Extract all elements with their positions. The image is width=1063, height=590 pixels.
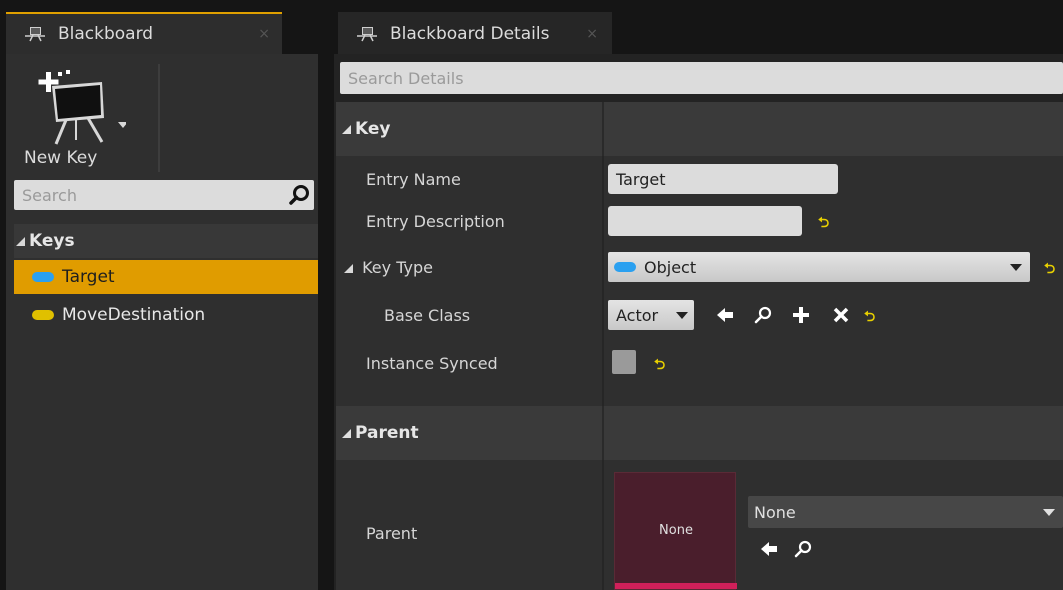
details-search-input[interactable] — [340, 62, 1063, 94]
search-icon[interactable] — [288, 184, 310, 210]
expand-triangle-icon — [16, 236, 25, 246]
asset-type-bar — [615, 583, 737, 589]
keys-search-input[interactable] — [14, 180, 274, 210]
parent-value: None — [754, 502, 796, 522]
key-item-movedestination[interactable]: MoveDestination — [14, 298, 318, 332]
close-tab-icon[interactable]: × — [258, 26, 270, 42]
key-item-label: MoveDestination — [62, 305, 206, 325]
keys-header-label: Keys — [29, 231, 75, 251]
instance-synced-label: Instance Synced — [366, 354, 498, 373]
column-splitter[interactable] — [602, 102, 604, 156]
blackboard-panel: New Key Keys Target MoveDestination — [6, 54, 318, 590]
tab-blackboard-details[interactable]: Blackboard Details × — [338, 12, 612, 54]
use-selected-arrow-icon[interactable] — [712, 302, 738, 328]
clear-x-icon[interactable] — [828, 302, 854, 328]
tab-blackboard-details-label: Blackboard Details — [390, 24, 550, 44]
use-selected-arrow-icon[interactable] — [756, 536, 782, 562]
details-search-box[interactable] — [340, 62, 1063, 94]
keys-category-header[interactable]: Keys — [14, 224, 318, 258]
key-item-label: Target — [62, 267, 115, 287]
keys-search-box[interactable] — [14, 180, 314, 210]
base-class-value: Actor — [616, 305, 659, 325]
column-splitter[interactable] — [602, 156, 604, 406]
key-type-label[interactable]: Key Type — [344, 258, 433, 277]
left-tab-bar: Blackboard × — [0, 0, 322, 54]
reset-to-default-icon[interactable]: ⮌ — [864, 306, 875, 330]
object-key-type-icon — [32, 272, 54, 282]
reset-to-default-icon[interactable]: ⮌ — [654, 354, 665, 378]
expand-triangle-icon — [344, 264, 353, 273]
reset-to-default-icon[interactable]: ⮌ — [1044, 258, 1055, 282]
entry-name-field[interactable]: Target — [608, 164, 838, 194]
blackboard-icon — [24, 25, 46, 43]
browse-search-icon[interactable] — [750, 302, 776, 328]
close-tab-icon[interactable]: × — [586, 26, 598, 42]
entry-description-label: Entry Description — [366, 212, 505, 231]
add-icon[interactable] — [788, 302, 814, 328]
browse-search-icon[interactable] — [790, 536, 816, 562]
instance-synced-checkbox[interactable] — [612, 350, 636, 374]
key-type-combo[interactable]: Object — [608, 252, 1030, 282]
expand-triangle-icon — [342, 428, 351, 438]
dropdown-arrow-icon — [676, 312, 688, 319]
vector-key-type-icon — [32, 310, 54, 320]
details-panel: Key Entry Name Target Entry Description … — [334, 54, 1063, 590]
parent-category-header[interactable]: Parent — [336, 406, 1063, 460]
parent-category-label: Parent — [355, 423, 419, 443]
entry-name-label: Entry Name — [366, 170, 461, 189]
blackboard-toolbar: New Key — [6, 54, 318, 178]
parent-label: Parent — [366, 524, 418, 543]
new-key-button[interactable]: New Key — [16, 62, 134, 174]
column-splitter[interactable] — [602, 406, 604, 460]
thumbnail-label: None — [659, 523, 693, 538]
blackboard-icon — [356, 25, 378, 43]
reset-to-default-icon[interactable]: ⮌ — [818, 212, 829, 236]
tab-blackboard-label: Blackboard — [58, 24, 154, 44]
base-class-label: Base Class — [384, 306, 471, 325]
key-category-body: Entry Name Target Entry Description ⮌ Ke… — [336, 156, 1063, 406]
key-item-target[interactable]: Target — [14, 260, 318, 294]
key-type-value: Object — [644, 257, 697, 277]
tab-blackboard[interactable]: Blackboard × — [6, 12, 282, 54]
parent-asset-thumbnail[interactable]: None — [614, 472, 737, 590]
column-splitter[interactable] — [602, 460, 604, 590]
new-key-icon — [38, 70, 126, 145]
dropdown-arrow-icon — [1043, 509, 1055, 516]
key-category-label: Key — [355, 119, 391, 139]
base-class-combo[interactable]: Actor — [608, 300, 694, 330]
dropdown-arrow-icon — [1010, 264, 1022, 271]
key-type-label-text: Key Type — [362, 258, 433, 277]
key-category-header[interactable]: Key — [336, 102, 1063, 156]
toolbar-divider — [158, 64, 160, 172]
expand-triangle-icon — [342, 124, 351, 134]
parent-asset-combo[interactable]: None — [748, 496, 1063, 528]
object-key-type-icon — [614, 262, 636, 272]
right-tab-bar: Blackboard Details × — [330, 0, 1063, 54]
entry-description-field[interactable] — [608, 206, 802, 236]
new-key-label: New Key — [24, 148, 98, 168]
